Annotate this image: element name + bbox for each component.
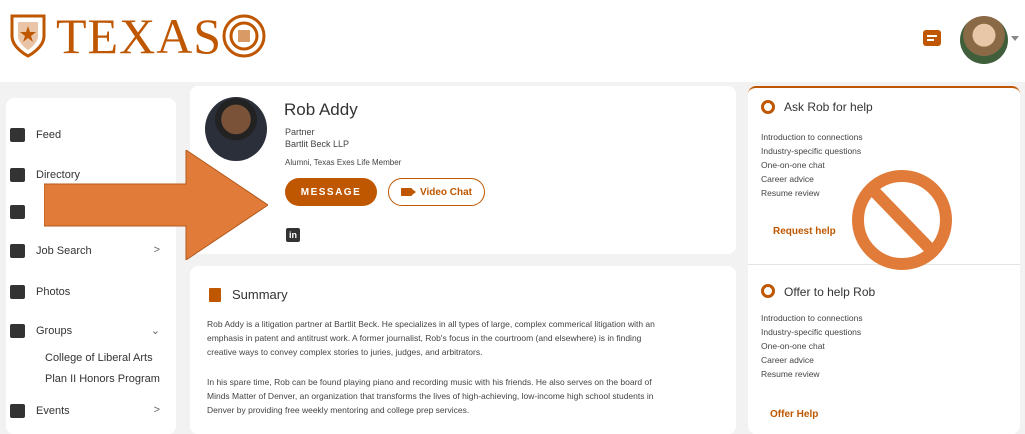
request-help-link[interactable]: Request help <box>773 226 836 237</box>
feed-icon <box>10 128 25 142</box>
profile-affiliation: Alumni, Texas Exes Life Member <box>285 158 402 167</box>
user-avatar[interactable] <box>960 16 1008 64</box>
top-header: TEXAS <box>0 0 1025 82</box>
briefcase-icon <box>10 244 25 258</box>
help-topic: Resume review <box>761 369 820 379</box>
summary-line: emphasis in patent and antitrust work. A… <box>207 333 642 343</box>
calendar-icon <box>10 404 25 418</box>
video-camera-icon <box>400 188 416 196</box>
chevron-down-icon: ⌄ <box>150 325 160 337</box>
summary-line: Rob Addy is a litigation partner at Bart… <box>207 319 655 329</box>
summary-line: creative ways to convey complex stories … <box>207 347 483 357</box>
summary-line: Denver by providing free weekly mentorin… <box>207 405 470 415</box>
message-icon[interactable] <box>923 30 941 46</box>
offer-help-title: Offer to help Rob <box>784 285 876 299</box>
groups-icon <box>10 324 25 338</box>
group-link-liberal-arts[interactable]: College of Liberal Arts <box>45 352 153 364</box>
help-topic: One-on-one chat <box>761 160 825 170</box>
help-topic: Introduction to connections <box>761 132 863 142</box>
mentoring-icon <box>10 205 25 219</box>
arrow-overlay-icon <box>44 150 268 260</box>
help-topic: Career advice <box>761 355 814 365</box>
profile-name: Rob Addy <box>284 100 358 119</box>
lifebuoy-icon <box>761 100 775 114</box>
seal-icon <box>222 14 266 58</box>
help-topic: One-on-one chat <box>761 341 825 351</box>
video-chat-button[interactable]: Video Chat <box>388 178 485 206</box>
help-topic: Resume review <box>761 188 820 198</box>
linkedin-icon[interactable]: in <box>286 228 300 242</box>
sidebar-item-photos[interactable]: Photos <box>10 281 168 303</box>
profile-title: Partner <box>285 127 315 137</box>
lifebuoy-icon <box>761 284 775 298</box>
sidebar-item-label: Groups <box>36 325 73 337</box>
help-topic: Industry-specific questions <box>761 327 862 337</box>
video-chat-label: Video Chat <box>419 186 473 198</box>
sidebar-item-feed[interactable]: Feed <box>10 124 168 146</box>
sidebar-item-label: Events <box>36 405 70 417</box>
sidebar-item-label: Photos <box>36 286 71 298</box>
ask-help-title: Ask Rob for help <box>784 100 873 114</box>
profile-company: Bartlit Beck LLP <box>285 139 350 149</box>
summary-line: Minds Matter of Denver, an organization … <box>207 391 654 401</box>
message-button[interactable]: MESSAGE <box>285 178 377 206</box>
profile-card <box>190 86 736 254</box>
sidebar-item-groups[interactable]: Groups ⌄ <box>10 320 168 342</box>
document-icon <box>209 288 221 302</box>
app-root: TEXAS Feed Directory Job Search > Photos… <box>0 0 1025 434</box>
photo-icon <box>10 285 25 299</box>
summary-line: In his spare time, Rob can be found play… <box>207 377 652 387</box>
sidebar-item-events[interactable]: Events > <box>10 400 168 422</box>
help-topic: Career advice <box>761 174 814 184</box>
chevron-down-icon[interactable] <box>1011 36 1019 41</box>
summary-title: Summary <box>232 287 288 302</box>
help-topic: Industry-specific questions <box>761 146 862 156</box>
sidebar-item-label: Feed <box>36 129 62 141</box>
directory-icon <box>10 168 25 182</box>
brand-wordmark[interactable]: TEXAS <box>56 10 222 62</box>
shield-icon <box>10 14 46 58</box>
help-topic: Introduction to connections <box>761 313 863 323</box>
prohibited-icon <box>852 170 952 270</box>
offer-help-link[interactable]: Offer Help <box>770 409 818 420</box>
group-link-plan-ii[interactable]: Plan II Honors Program <box>45 373 160 385</box>
chevron-right-icon: > <box>153 404 160 416</box>
